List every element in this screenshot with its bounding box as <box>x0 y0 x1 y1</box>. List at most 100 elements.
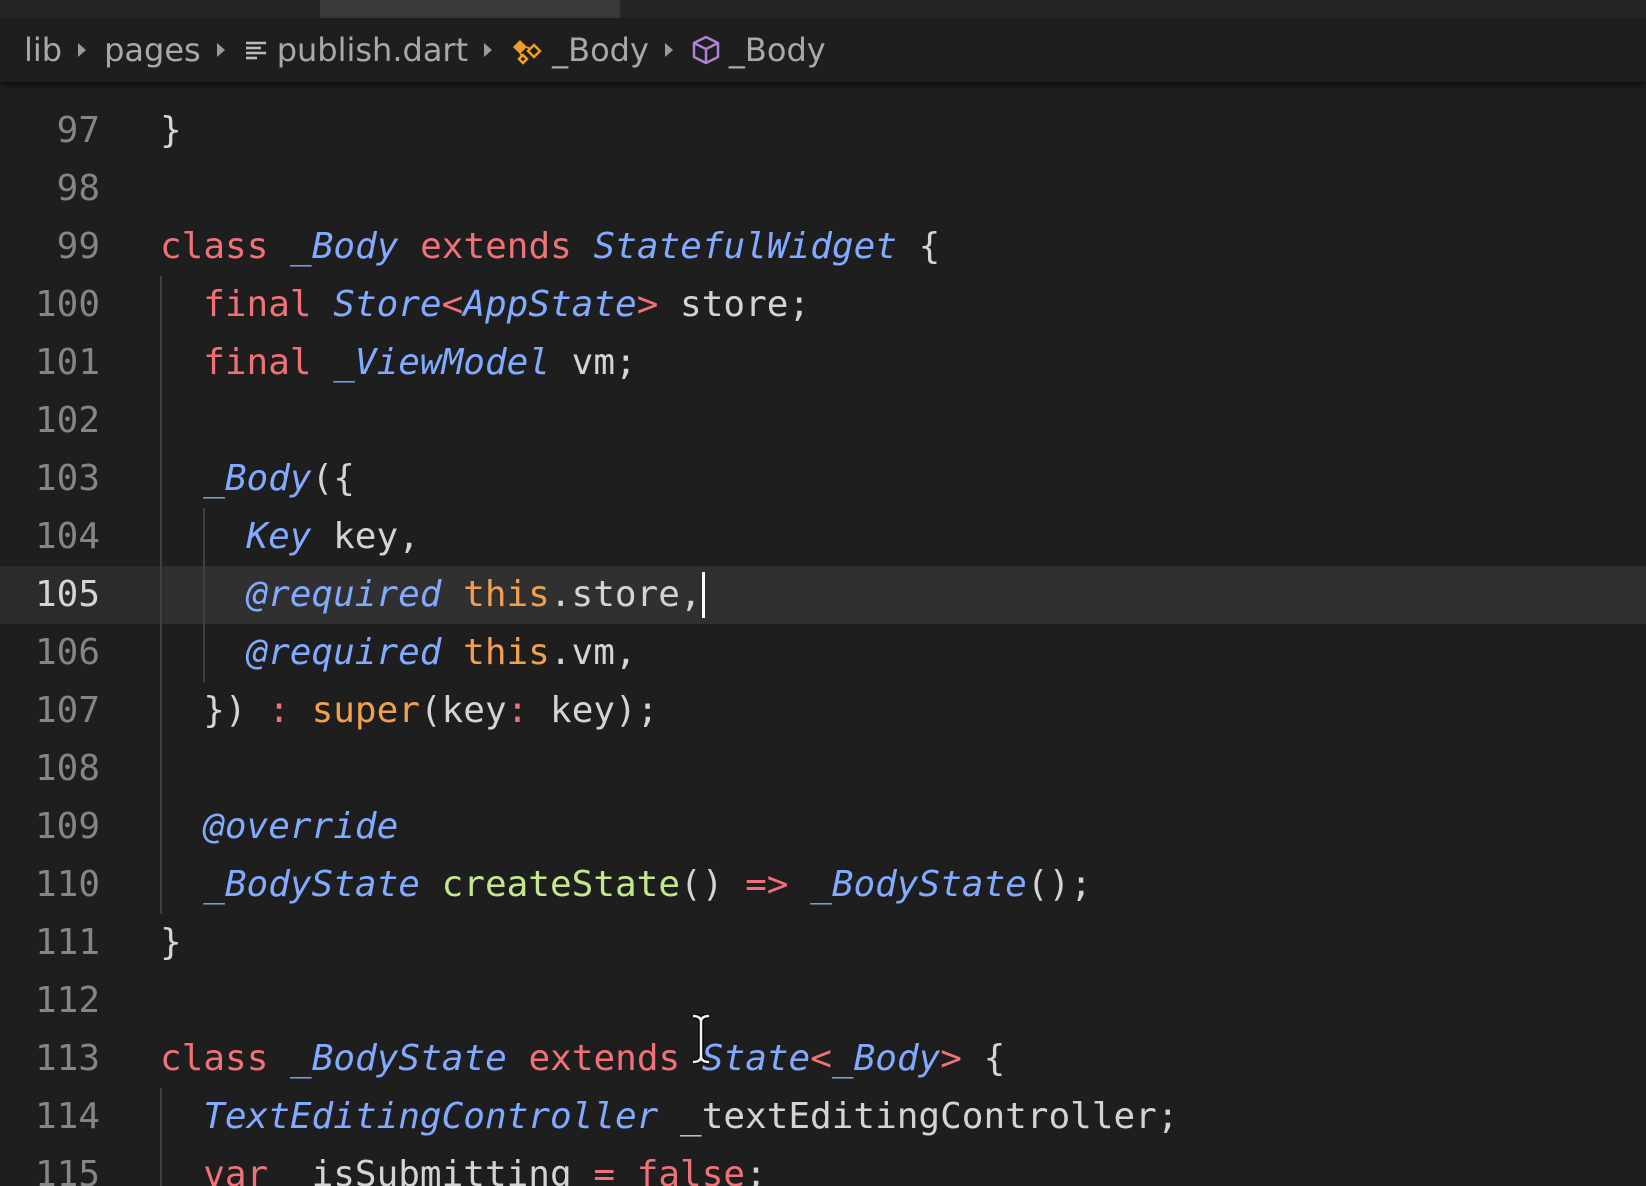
indent-guide <box>160 1146 162 1186</box>
breadcrumb-item[interactable]: lib <box>24 31 62 69</box>
code-token: _isSubmitting <box>268 1154 594 1186</box>
indent-guide <box>160 798 162 856</box>
code-text: @override <box>203 798 398 856</box>
code-text: }) : super(key: key); <box>203 682 658 740</box>
text-cursor-ibeam-icon <box>692 1014 710 1064</box>
code-content: var _isSubmitting = false; <box>160 1146 1646 1186</box>
code-line[interactable]: 107}) : super(key: key); <box>0 682 1646 740</box>
code-text: var _isSubmitting = false; <box>203 1146 767 1186</box>
indent-guide <box>203 508 206 566</box>
line-number: 104 <box>34 516 100 557</box>
code-token: < <box>810 1038 832 1079</box>
code-token: : <box>506 690 529 731</box>
horizontal-scrollbar-thumb[interactable] <box>320 0 620 18</box>
line-number: 110 <box>34 864 100 905</box>
code-text: class _Body extends StatefulWidget { <box>160 218 940 276</box>
top-scroll-strip <box>0 0 1646 18</box>
code-line[interactable]: 115 var _isSubmitting = false; <box>0 1146 1646 1186</box>
code-line[interactable]: 104 Key key, <box>0 508 1646 566</box>
code-line[interactable]: 112 <box>0 972 1646 1030</box>
code-line[interactable]: 101 final _ViewModel vm; <box>0 334 1646 392</box>
code-token: class <box>160 1038 291 1079</box>
breadcrumb-label: lib <box>24 31 63 69</box>
text-caret <box>702 572 705 618</box>
code-content: _Body({ <box>160 450 1646 508</box>
code-line[interactable]: 103 _Body({ <box>0 450 1646 508</box>
code-token: (key <box>419 690 507 731</box>
line-number: 111 <box>34 922 100 963</box>
code-content: final Store<AppState> store; <box>160 276 1646 334</box>
code-line[interactable]: 106 @required this.vm, <box>0 624 1646 682</box>
class-icon <box>510 35 544 65</box>
breadcrumb-item[interactable]: pages <box>104 31 201 69</box>
indent-guide <box>160 682 162 740</box>
line-number: 100 <box>34 284 100 325</box>
code-token: @override <box>203 806 399 847</box>
code-token: var <box>203 1154 269 1186</box>
code-token: _ViewModel <box>333 342 550 383</box>
code-token: super <box>311 690 420 731</box>
code-token: _Body <box>203 458 312 499</box>
code-token: extends <box>420 226 594 267</box>
line-number: 109 <box>34 806 100 847</box>
code-content: TextEditingController _textEditingContro… <box>160 1088 1646 1146</box>
code-token: _textEditingController; <box>658 1096 1179 1137</box>
code-token: } <box>160 922 182 963</box>
code-text: TextEditingController _textEditingContro… <box>203 1088 1178 1146</box>
code-line[interactable]: 105 @required this.store, <box>0 566 1646 624</box>
indent-guide <box>160 392 162 450</box>
code-text: @required this.vm, <box>246 624 636 682</box>
line-number: 101 <box>34 342 100 383</box>
code-token: _BodyState <box>203 864 442 905</box>
breadcrumb-item[interactable]: publish.dart <box>243 31 468 69</box>
code-token: _BodyState <box>290 1038 529 1079</box>
code-text: @required this.store, <box>246 566 701 624</box>
code-editor[interactable]: 97} 98 99 class _Body extends StatefulWidge… <box>0 82 1646 1186</box>
breadcrumb-label: _Body <box>552 31 649 69</box>
code-content: }) : super(key: key); <box>160 682 1646 740</box>
code-lines: 97} 98 99 class _Body extends StatefulWidge… <box>0 102 1646 1186</box>
code-token: > <box>940 1038 962 1079</box>
code-text: _BodyState createState() => _BodyState()… <box>203 856 1092 914</box>
code-line[interactable]: 114 TextEditingController _textEditingCon… <box>0 1088 1646 1146</box>
code-content: @required this.vm, <box>160 624 1646 682</box>
code-content: final _ViewModel vm; <box>160 334 1646 392</box>
code-line[interactable]: 97} <box>0 102 1646 160</box>
line-number: 98 <box>56 168 100 209</box>
line-number: 99 <box>56 226 100 267</box>
code-text: _Body({ <box>203 450 355 508</box>
code-content <box>160 740 1646 798</box>
chevron-right-icon <box>664 43 673 57</box>
code-token: createState <box>441 864 681 905</box>
indent-guide <box>160 276 162 334</box>
code-line[interactable]: 98 <box>0 160 1646 218</box>
code-content: } <box>160 914 1646 972</box>
indent-guide <box>160 740 162 798</box>
breadcrumb-item[interactable]: _Body <box>510 31 649 69</box>
code-token: TextEditingController <box>203 1096 659 1137</box>
breadcrumb-item[interactable]: _Body <box>691 31 826 69</box>
code-line[interactable]: 113 class _BodyState extends State<_Body>… <box>0 1030 1646 1088</box>
code-token: { <box>961 1038 1006 1079</box>
code-line[interactable]: 109 @override <box>0 798 1646 856</box>
code-line[interactable]: 110 _BodyState createState() => _BodyStat… <box>0 856 1646 914</box>
code-text: final Store<AppState> store; <box>203 276 810 334</box>
code-line[interactable]: 100 final Store<AppState> store; <box>0 276 1646 334</box>
code-token: this <box>463 632 550 673</box>
code-line[interactable]: 102 <box>0 392 1646 450</box>
code-token: < <box>441 284 464 325</box>
code-text: } <box>160 102 182 160</box>
code-text: } <box>160 914 182 972</box>
code-line[interactable]: 111} <box>0 914 1646 972</box>
breadcrumb-label: publish.dart <box>276 31 469 69</box>
code-text: class _BodyState extends State<_Body> { <box>160 1030 1005 1088</box>
code-text: Key key, <box>246 508 419 566</box>
code-line[interactable]: 99 class _Body extends StatefulWidget { <box>0 218 1646 276</box>
code-token: .store, <box>549 574 702 615</box>
indent-guide <box>203 624 206 682</box>
code-token: false <box>636 1154 746 1186</box>
code-token: Store <box>333 284 442 325</box>
code-token: ; <box>745 1154 767 1186</box>
code-line[interactable]: 108 <box>0 740 1646 798</box>
line-number: 112 <box>34 980 100 1021</box>
